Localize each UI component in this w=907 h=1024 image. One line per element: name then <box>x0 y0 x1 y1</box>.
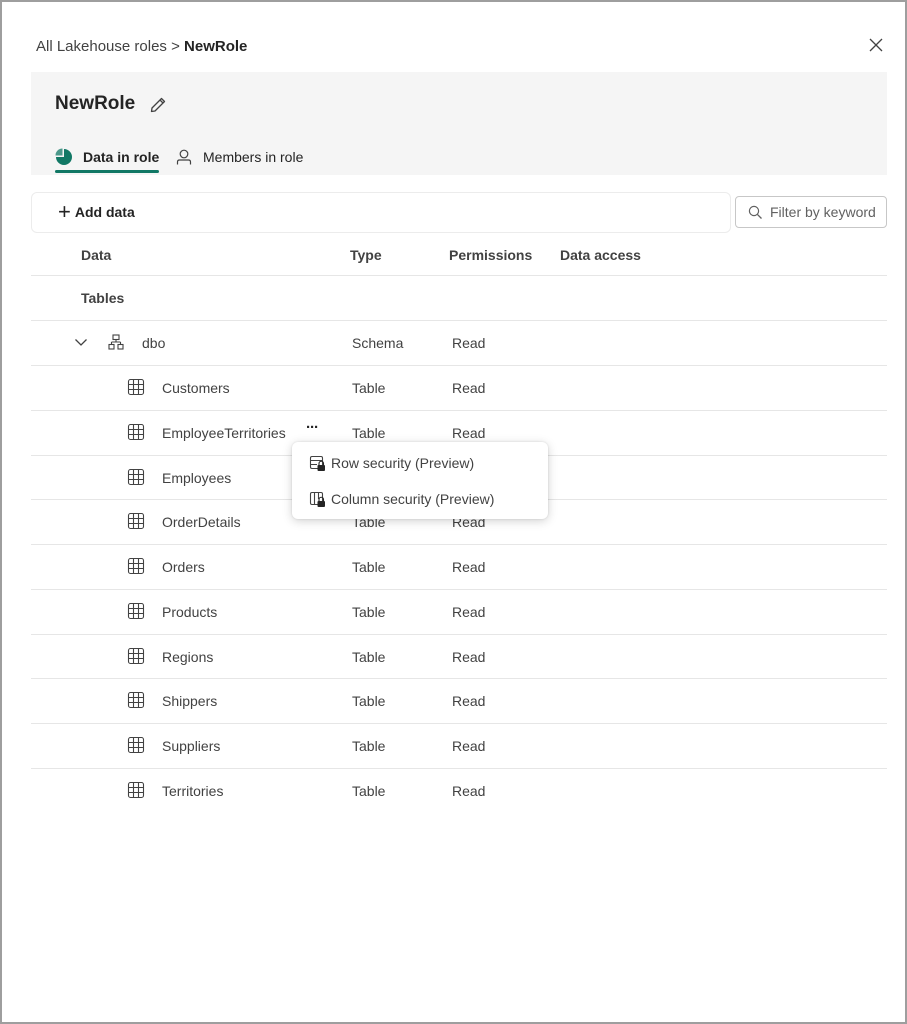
column-header-data[interactable]: Data <box>81 247 111 263</box>
table-permission: Read <box>452 738 486 754</box>
table-name: Shippers <box>162 693 218 710</box>
table-icon <box>127 468 145 486</box>
section-row-tables: Tables <box>31 275 887 320</box>
table-permission: Read <box>452 380 486 396</box>
table-permission: Read <box>452 648 486 665</box>
menu-item-column-security[interactable]: Column security (Preview) <box>292 482 548 516</box>
table-type: Table <box>352 648 386 665</box>
menu-item-row-security-label: Row security (Preview) <box>331 455 475 471</box>
tab-members-in-role[interactable]: Members in role <box>175 142 303 172</box>
table-type: Table <box>352 782 386 799</box>
table-name: OrderDetails <box>162 514 241 531</box>
close-button[interactable] <box>866 35 886 55</box>
role-header: NewRole Data in role Members in role <box>31 72 887 175</box>
schema-icon <box>108 334 124 350</box>
row-security-icon <box>309 455 325 471</box>
pencil-icon <box>150 97 166 113</box>
table-name: Employees <box>162 469 232 486</box>
menu-item-row-security[interactable]: Row security (Preview) <box>292 446 548 480</box>
table-name: Suppliers <box>162 738 221 754</box>
toolbar: + Add data <box>31 192 731 233</box>
breadcrumb-parent-link[interactable]: All Lakehouse roles <box>36 38 167 55</box>
table-type: Table <box>352 738 386 754</box>
table-row[interactable]: Territories Table Read <box>31 767 887 813</box>
table-name: Territories <box>162 782 224 799</box>
table-permission: Read <box>452 559 486 575</box>
table-row[interactable]: Suppliers Table Read <box>31 723 887 768</box>
section-label: Tables <box>81 290 125 306</box>
tab-data-in-role-label: Data in role <box>83 149 160 165</box>
table-type: Table <box>352 559 386 575</box>
schema-permission: Read <box>452 335 486 351</box>
more-icon: ··· <box>306 418 319 436</box>
breadcrumb: All Lakehouse roles > NewRole <box>36 38 247 55</box>
pie-chart-icon <box>55 148 72 165</box>
column-security-icon <box>309 491 325 507</box>
table-icon <box>127 736 145 754</box>
table-icon <box>127 647 145 665</box>
table-icon <box>127 423 145 441</box>
table-permission: Read <box>452 782 486 799</box>
table-type: Table <box>352 693 386 710</box>
table-icon <box>127 602 145 620</box>
table-row[interactable]: Orders Table Read <box>31 544 887 589</box>
table-type: Table <box>352 380 386 396</box>
breadcrumb-current: NewRole <box>184 38 248 55</box>
table-name: Customers <box>162 380 230 396</box>
expand-collapse-button[interactable] <box>72 333 90 351</box>
table-name: Products <box>162 603 218 620</box>
table-row[interactable]: Products Table Read <box>31 588 887 634</box>
tab-data-in-role[interactable]: Data in role <box>55 142 160 173</box>
table-row[interactable]: Customers Table Read <box>31 365 887 410</box>
table-icon <box>127 781 145 799</box>
table-name: EmployeeTerritories <box>162 424 286 441</box>
edit-role-name-button[interactable] <box>149 96 167 114</box>
breadcrumb-separator: > <box>171 38 180 55</box>
table-icon <box>127 378 145 396</box>
tab-members-in-role-label: Members in role <box>203 149 304 165</box>
table-row[interactable]: Regions Table Read <box>31 633 887 679</box>
search-icon <box>748 205 762 219</box>
column-header-data-access[interactable]: Data access <box>560 247 641 263</box>
context-menu: Row security (Preview) Column security (… <box>292 442 548 519</box>
table-permission: Read <box>452 424 486 441</box>
table-row[interactable]: Shippers Table Read <box>31 678 887 723</box>
table-name: Regions <box>162 648 214 665</box>
add-data-label: Add data <box>74 204 135 220</box>
add-data-button[interactable]: + Add data <box>58 199 135 224</box>
plus-icon: + <box>58 199 71 224</box>
menu-item-column-security-label: Column security (Preview) <box>331 491 495 507</box>
schema-row[interactable]: dbo Schema Read <box>31 320 887 365</box>
close-icon <box>869 38 883 52</box>
table-name: Orders <box>162 559 205 575</box>
dialog: All Lakehouse roles > NewRole NewRole Da… <box>0 0 907 1024</box>
table-end <box>31 813 887 814</box>
chevron-down-icon <box>75 339 87 346</box>
role-title: NewRole <box>55 93 136 114</box>
column-header-type[interactable]: Type <box>350 247 382 263</box>
table-type: Table <box>352 603 386 620</box>
table-permission: Read <box>452 693 486 710</box>
filter-input[interactable]: Filter by keyword <box>735 196 887 228</box>
table-icon <box>127 691 145 709</box>
table-icon <box>127 557 145 575</box>
table-permission: Read <box>452 603 486 620</box>
table-icon <box>127 512 145 530</box>
filter-placeholder: Filter by keyword <box>770 204 876 220</box>
more-options-button[interactable]: ··· <box>301 418 323 442</box>
person-icon <box>176 149 192 165</box>
schema-name: dbo <box>142 335 166 351</box>
schema-type: Schema <box>352 335 404 351</box>
column-header-permissions[interactable]: Permissions <box>449 247 532 263</box>
table-type: Table <box>352 424 386 441</box>
